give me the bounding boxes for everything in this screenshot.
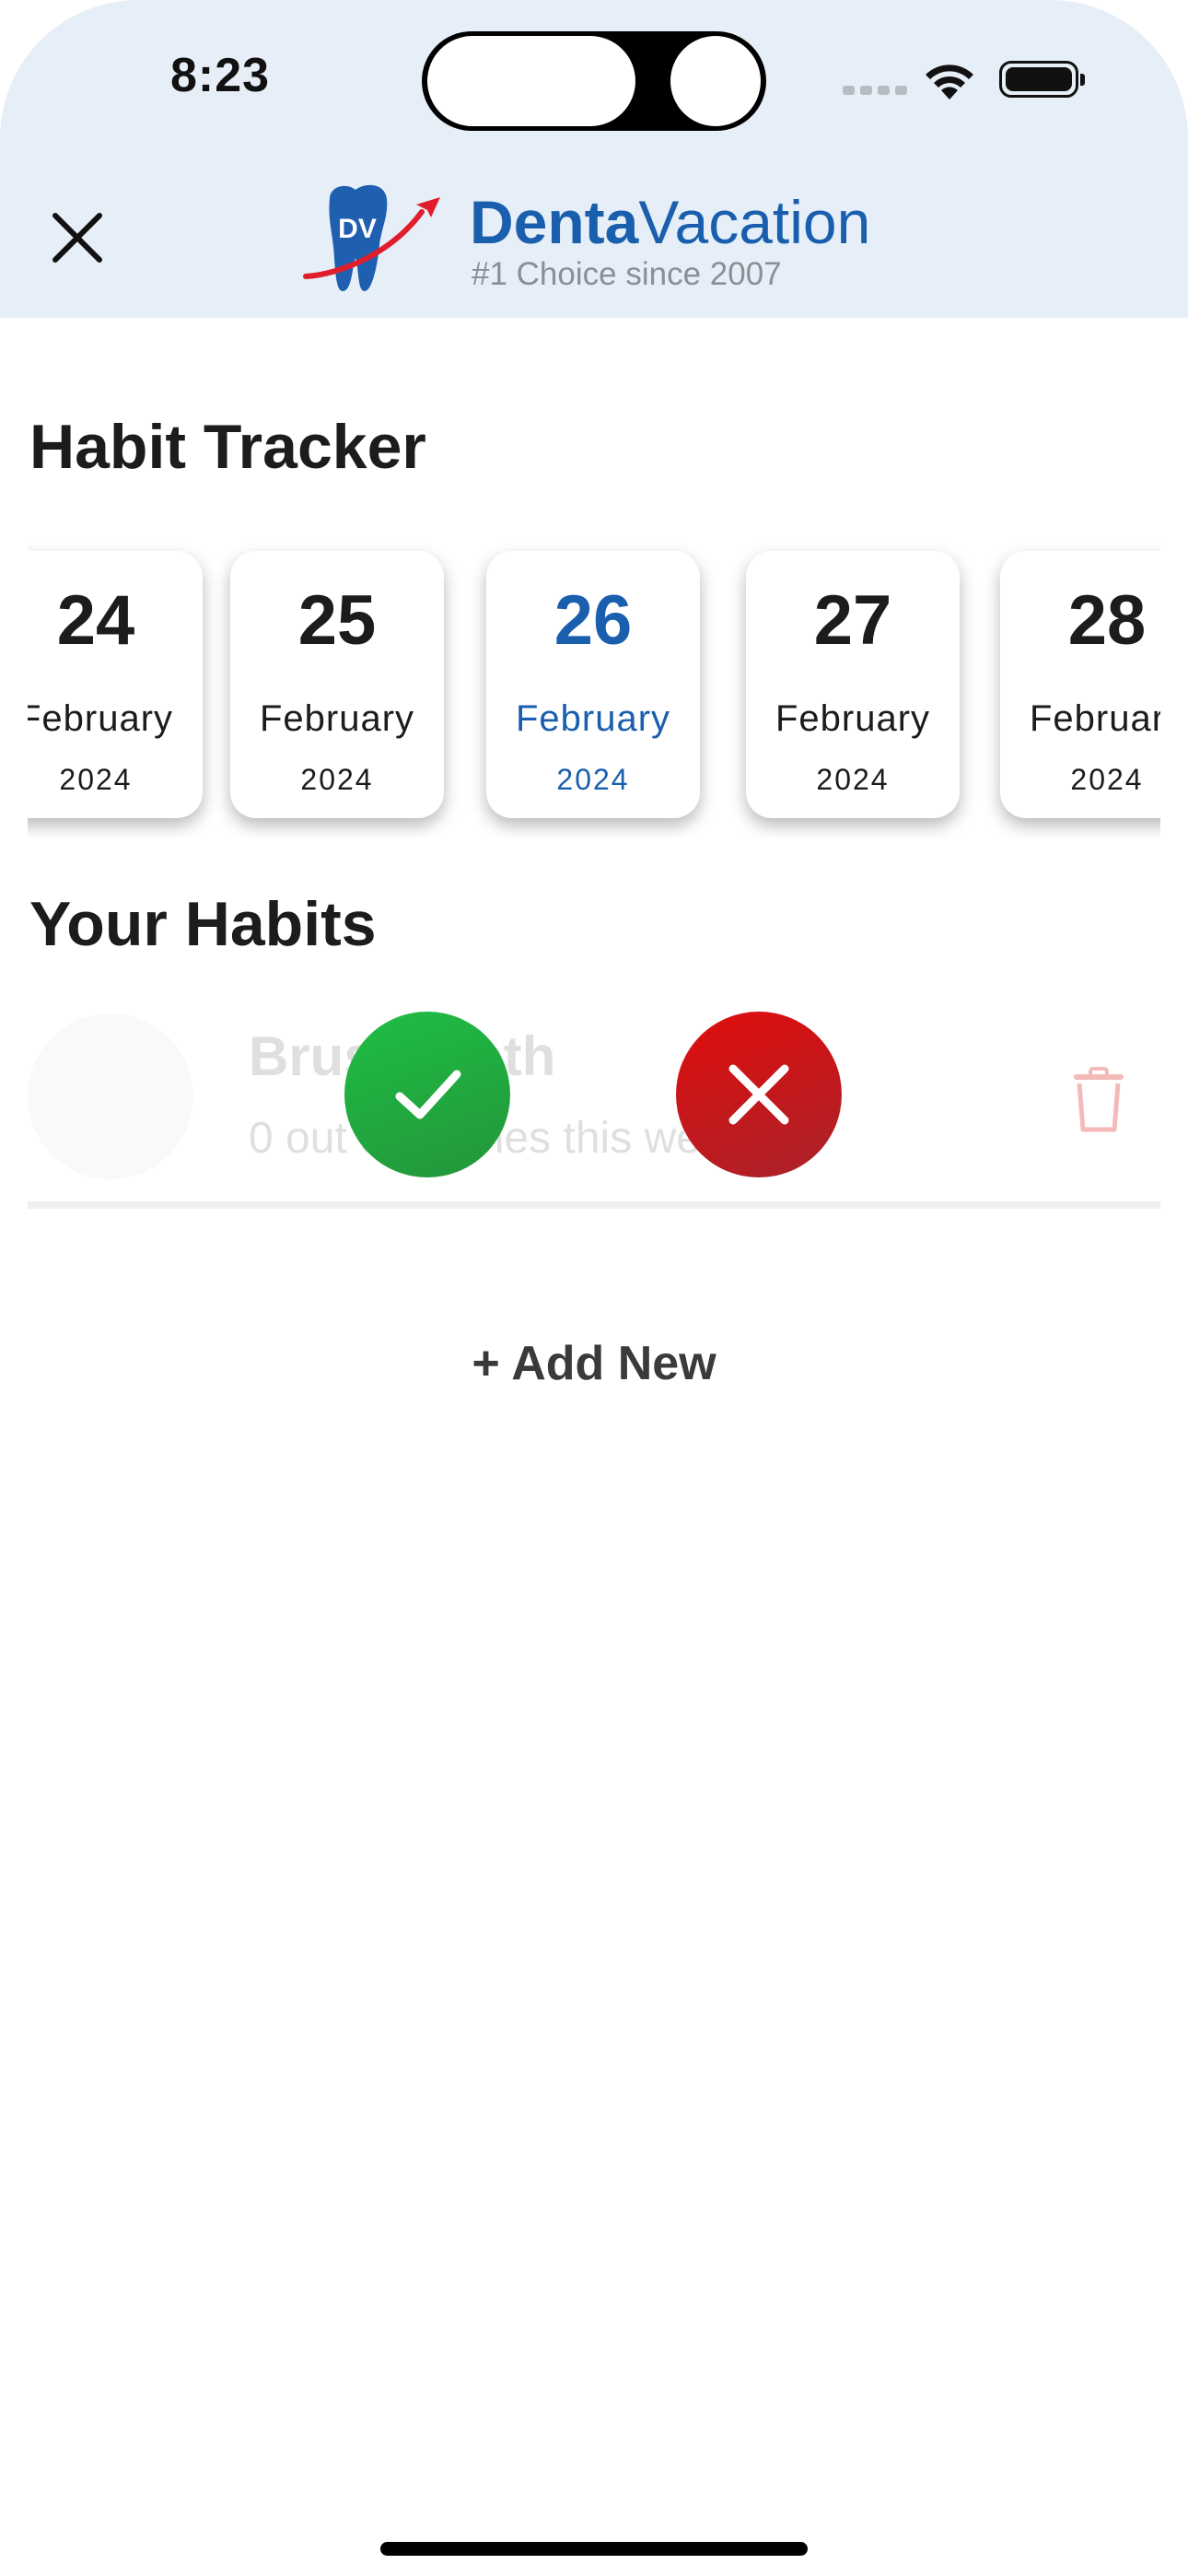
trash-icon[interactable] (1070, 1067, 1127, 1133)
home-indicator[interactable] (380, 2542, 808, 2556)
signal-icon (843, 86, 907, 95)
date-card-25[interactable]: 25 February 2024 (230, 551, 444, 818)
dynamic-island (422, 31, 766, 131)
battery-icon (999, 61, 1085, 98)
date-month: February (1029, 698, 1160, 739)
habit-avatar (28, 1013, 193, 1179)
date-card-28[interactable]: 28 February 2024 (1000, 551, 1160, 818)
brand-name-bold: Denta (470, 188, 639, 256)
your-habits-title: Your Habits (29, 889, 377, 959)
x-icon (728, 1064, 789, 1125)
app-header: 8:23 DV DentaVacation #1 Choice since 20… (0, 0, 1188, 318)
date-month: February (28, 698, 174, 739)
date-year: 2024 (59, 763, 133, 796)
date-year: 2024 (816, 763, 890, 796)
date-day: 28 (1067, 581, 1147, 660)
date-day: 26 (553, 581, 633, 660)
brand-name: DentaVacation (470, 187, 870, 257)
dynamic-island-left (427, 36, 635, 126)
dentavacation-logo-icon: DV (303, 184, 440, 291)
date-card-27[interactable]: 27 February 2024 (746, 551, 960, 818)
skip-habit-button[interactable] (676, 1012, 842, 1177)
wifi-icon (926, 64, 973, 100)
date-strip[interactable]: 24 February 2024 25 February 2024 26 Feb… (28, 525, 1160, 838)
habit-tracker-title: Habit Tracker (29, 412, 426, 482)
brand-tagline: #1 Choice since 2007 (472, 256, 782, 292)
date-year: 2024 (300, 763, 374, 796)
date-day: 24 (56, 581, 135, 660)
date-month: February (259, 698, 415, 739)
date-day: 27 (813, 581, 892, 660)
date-card-24[interactable]: 24 February 2024 (28, 551, 203, 818)
date-month: February (775, 698, 931, 739)
habit-divider (28, 1201, 1160, 1209)
check-icon (395, 1070, 461, 1119)
complete-habit-button[interactable] (344, 1012, 510, 1177)
date-card-26-selected[interactable]: 26 February 2024 (486, 551, 700, 818)
logo-initials: DV (338, 214, 377, 244)
date-month: February (515, 698, 671, 739)
habit-row[interactable]: Brush teeth 0 out of 7 times this week (28, 1004, 1160, 1212)
close-icon[interactable] (44, 205, 111, 271)
brand-name-light: Vacation (638, 188, 871, 256)
status-time: 8:23 (170, 49, 271, 102)
date-year: 2024 (1070, 763, 1144, 796)
date-day: 25 (297, 581, 377, 660)
dynamic-island-right (670, 36, 761, 126)
app-screen: 8:23 DV DentaVacation #1 Choice since 20… (0, 0, 1188, 2576)
date-year: 2024 (556, 763, 630, 796)
add-new-button[interactable]: + Add New (0, 1336, 1188, 1391)
